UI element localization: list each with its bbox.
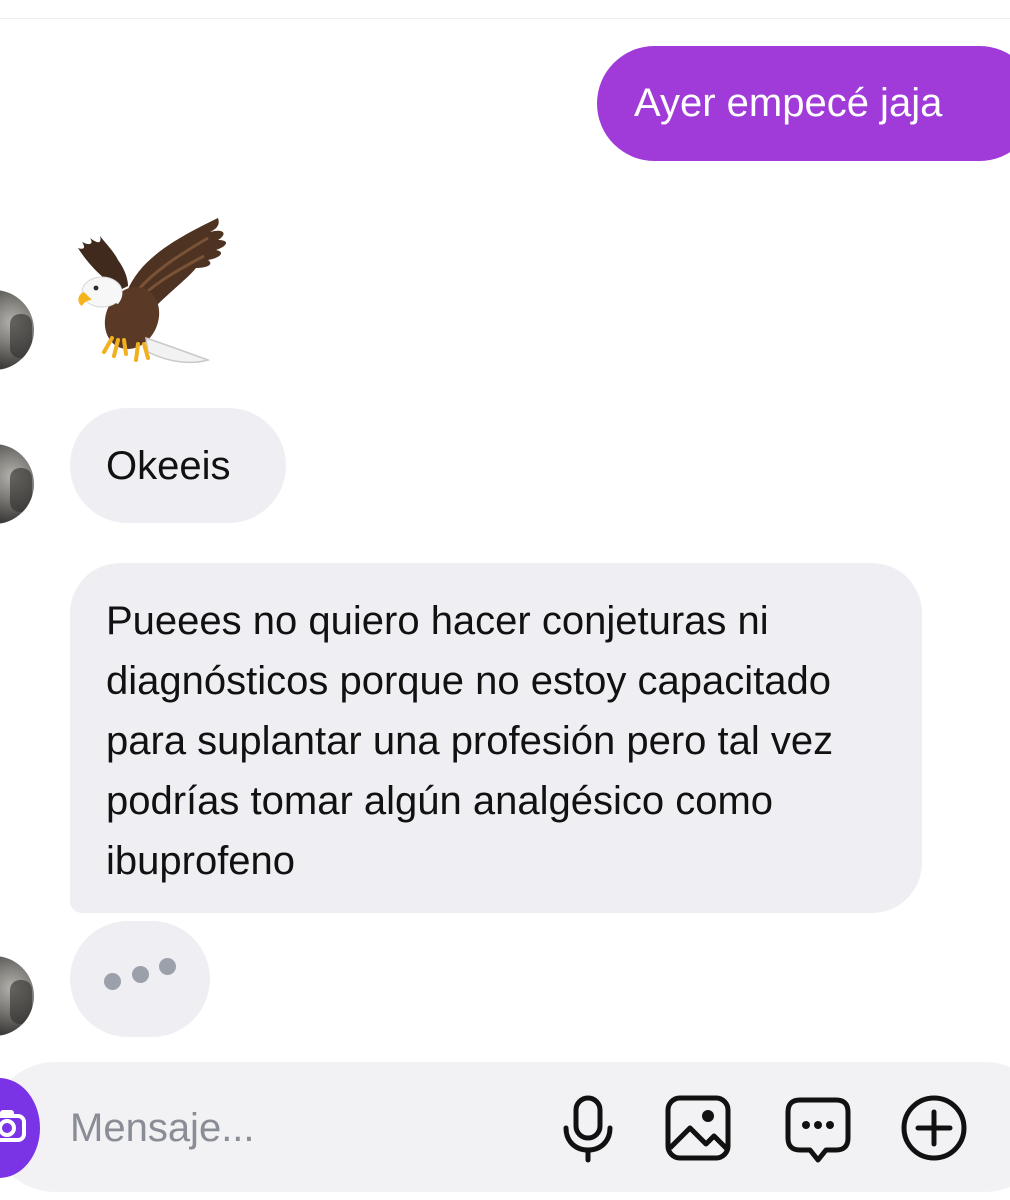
eagle-icon xyxy=(78,218,227,364)
typing-indicator xyxy=(70,921,210,1037)
incoming-message-text: Pueees no quiero hacer conjeturas ni dia… xyxy=(106,599,834,883)
message-bubble-icon xyxy=(785,1097,851,1163)
typing-dot xyxy=(132,966,149,983)
more-options-button[interactable] xyxy=(898,1092,970,1164)
eagle-sticker[interactable] xyxy=(68,212,238,372)
typing-dot xyxy=(159,958,176,975)
top-divider xyxy=(0,18,1010,19)
gallery-button[interactable] xyxy=(662,1092,734,1164)
image-icon xyxy=(665,1095,731,1161)
outgoing-message-text: Ayer empecé jaja xyxy=(634,81,943,125)
message-input[interactable]: Mensaje... xyxy=(70,1100,255,1156)
contact-avatar[interactable] xyxy=(0,290,34,370)
incoming-message-bubble[interactable]: Pueees no quiero hacer conjeturas ni dia… xyxy=(70,563,922,913)
camera-icon xyxy=(0,1110,26,1142)
incoming-message-bubble[interactable]: Okeeis xyxy=(70,408,286,523)
outgoing-message-bubble[interactable]: Ayer empecé jaja xyxy=(597,46,1010,161)
contact-avatar[interactable] xyxy=(0,444,34,524)
contact-avatar[interactable] xyxy=(0,956,34,1036)
sticker-button[interactable] xyxy=(782,1092,854,1164)
plus-circle-icon xyxy=(901,1095,967,1161)
typing-dot xyxy=(104,973,121,990)
microphone-icon xyxy=(563,1095,613,1163)
incoming-message-text: Okeeis xyxy=(106,444,231,488)
microphone-button[interactable] xyxy=(552,1092,624,1164)
